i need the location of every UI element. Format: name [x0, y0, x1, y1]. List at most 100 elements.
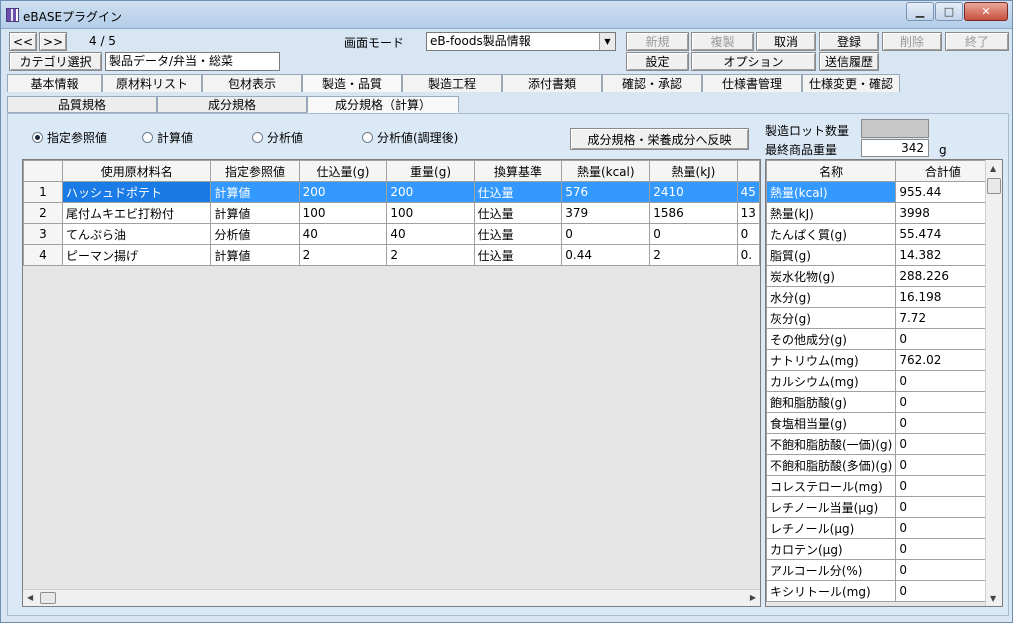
cell-nutrient-name[interactable]: ナトリウム(mg) [766, 349, 897, 371]
cell-nutrient-total[interactable]: 0 [895, 496, 991, 518]
category-field[interactable]: 製品データ/弁当・総菜 [105, 52, 280, 71]
table-row[interactable]: コレステロール(mg) 0 [766, 475, 991, 497]
maximize-icon[interactable]: □ [935, 2, 963, 21]
cell-more[interactable]: 45 [736, 181, 760, 203]
col-header-ingredient[interactable]: 使用原材料名 [61, 160, 212, 182]
subtab-component-spec-calc[interactable]: 成分規格（計算） [307, 96, 459, 113]
lot-field[interactable] [861, 119, 929, 138]
radio-analyzed-cooked[interactable]: 分析値(調理後) [362, 129, 458, 146]
table-row[interactable]: アルコール分(%) 0 [766, 559, 991, 581]
cell-basis[interactable]: 仕込量 [473, 202, 563, 224]
cell-nutrient-name[interactable]: 水分(g) [766, 286, 897, 308]
col-header-basis[interactable]: 換算基準 [473, 160, 563, 182]
tab-spec-management[interactable]: 仕様書管理 [702, 74, 802, 92]
cell-nutrient-total[interactable]: 0 [895, 433, 991, 455]
col-header-weight[interactable]: 重量(g) [386, 160, 475, 182]
cell-prep-amount[interactable]: 200 [298, 181, 388, 203]
cell-nutrient-name[interactable]: 不飽和脂肪酸(一価)(g) [766, 433, 897, 455]
cell-kcal[interactable]: 0 [561, 223, 651, 245]
scroll-down-icon[interactable]: ▼ [990, 594, 996, 603]
table-row[interactable]: 炭水化物(g) 288.226 [766, 265, 991, 287]
table-row[interactable]: 2 尾付ムキエビ打粉付 計算値 100 100 仕込量 379 1586 13 [23, 202, 760, 224]
scroll-thumb[interactable] [40, 592, 56, 604]
minimize-icon[interactable]: ▁ [906, 2, 934, 21]
cell-nutrient-total[interactable]: 7.72 [895, 307, 991, 329]
table-row[interactable]: カロテン(μg) 0 [766, 538, 991, 560]
col-header-more[interactable] [736, 160, 760, 182]
tab-manufacturing-quality[interactable]: 製造・品質 [302, 74, 402, 92]
cell-nutrient-name[interactable]: その他成分(g) [766, 328, 897, 350]
cell-nutrient-name[interactable]: 食塩相当量(g) [766, 412, 897, 434]
table-row[interactable]: レチノール当量(μg) 0 [766, 496, 991, 518]
cell-kcal[interactable]: 0.44 [561, 244, 651, 266]
cell-ingredient[interactable]: ハッシュドポテト [61, 181, 212, 203]
new-button[interactable]: 新規 [626, 32, 689, 51]
register-button[interactable]: 登録 [819, 32, 879, 51]
totals-grid[interactable]: 名称 合計値 熱量(kcal) 955.44 熱量(kJ) 3998 たんぱく質(g) 5… [765, 159, 1003, 607]
cell-nutrient-total[interactable]: 762.02 [895, 349, 991, 371]
cell-basis[interactable]: 仕込量 [473, 223, 563, 245]
send-history-button[interactable]: 送信履歴 [819, 52, 879, 71]
cell-ingredient[interactable]: 尾付ムキエビ打粉付 [61, 202, 212, 224]
reflect-button[interactable]: 成分規格・栄養成分へ反映 [570, 128, 749, 150]
cell-nutrient-name[interactable]: カロテン(μg) [766, 538, 897, 560]
cell-nutrient-name[interactable]: キシリトール(mg) [766, 580, 897, 602]
cell-nutrient-total[interactable]: 0 [895, 370, 991, 392]
cell-weight[interactable]: 2 [386, 244, 475, 266]
subtab-quality-spec[interactable]: 品質規格 [7, 96, 157, 113]
cell-reference[interactable]: 計算値 [210, 202, 300, 224]
cell-kj[interactable]: 2410 [649, 181, 738, 203]
cell-nutrient-total[interactable]: 0 [895, 475, 991, 497]
cell-nutrient-total[interactable]: 0 [895, 559, 991, 581]
col-header-kj[interactable]: 熱量(kJ) [649, 160, 738, 182]
cell-nutrient-total[interactable]: 0 [895, 391, 991, 413]
exit-button[interactable]: 終了 [945, 32, 1009, 51]
table-row[interactable]: 3 てんぷら油 分析値 40 40 仕込量 0 0 0 [23, 223, 760, 245]
tab-spec-change[interactable]: 仕様変更・確認 [802, 74, 900, 92]
cell-nutrient-name[interactable]: コレステロール(mg) [766, 475, 897, 497]
cell-nutrient-total[interactable]: 955.44 [895, 181, 991, 203]
tab-ingredients[interactable]: 原材料リスト [102, 74, 202, 92]
table-row[interactable]: 1 ハッシュドポテト 計算値 200 200 仕込量 576 2410 45 [23, 181, 760, 203]
options-button[interactable]: オプション [691, 52, 816, 71]
radio-reference[interactable]: 指定参照値 [32, 129, 107, 146]
cell-nutrient-total[interactable]: 16.198 [895, 286, 991, 308]
cell-nutrient-total[interactable]: 14.382 [895, 244, 991, 266]
category-select-button[interactable]: カテゴリ選択 [9, 52, 102, 71]
cell-more[interactable]: 13 [736, 202, 760, 224]
cell-weight[interactable]: 40 [386, 223, 475, 245]
cancel-button[interactable]: 取消 [756, 32, 816, 51]
scroll-thumb[interactable] [987, 178, 1001, 194]
cell-nutrient-name[interactable]: レチノール(μg) [766, 517, 897, 539]
scroll-left-icon[interactable]: ◀ [27, 593, 33, 602]
prev-record-button[interactable]: << [9, 32, 37, 51]
table-row[interactable]: キシリトール(mg) 0 [766, 580, 991, 602]
ingredients-hscrollbar[interactable]: ◀ ▶ [23, 589, 760, 606]
cell-nutrient-name[interactable]: たんぱく質(g) [766, 223, 897, 245]
cell-nutrient-name[interactable]: 熱量(kJ) [766, 202, 897, 224]
cell-nutrient-total[interactable]: 3998 [895, 202, 991, 224]
cell-nutrient-name[interactable]: 飽和脂肪酸(g) [766, 391, 897, 413]
cell-reference[interactable]: 計算値 [210, 181, 300, 203]
col-header-total[interactable]: 合計値 [895, 160, 991, 182]
chevron-down-icon[interactable]: ▼ [599, 33, 615, 50]
cell-nutrient-name[interactable]: レチノール当量(μg) [766, 496, 897, 518]
cell-nutrient-name[interactable]: 不飽和脂肪酸(多価)(g) [766, 454, 897, 476]
tab-approval[interactable]: 確認・承認 [602, 74, 702, 92]
cell-weight[interactable]: 200 [386, 181, 475, 203]
cell-nutrient-total[interactable]: 0 [895, 538, 991, 560]
tab-attachments[interactable]: 添付書類 [502, 74, 602, 92]
cell-nutrient-total[interactable]: 0 [895, 580, 991, 602]
cell-ingredient[interactable]: てんぷら油 [61, 223, 212, 245]
copy-button[interactable]: 複製 [691, 32, 754, 51]
tab-process[interactable]: 製造工程 [402, 74, 502, 92]
cell-prep-amount[interactable]: 100 [298, 202, 388, 224]
table-row[interactable]: 食塩相当量(g) 0 [766, 412, 991, 434]
cell-more[interactable]: 0 [736, 223, 760, 245]
scroll-right-icon[interactable]: ▶ [750, 593, 756, 602]
cell-nutrient-total[interactable]: 55.474 [895, 223, 991, 245]
cell-nutrient-total[interactable]: 0 [895, 454, 991, 476]
cell-nutrient-total[interactable]: 288.226 [895, 265, 991, 287]
screen-mode-select[interactable]: eB-foods製品情報 ▼ [426, 32, 616, 51]
table-row[interactable]: たんぱく質(g) 55.474 [766, 223, 991, 245]
